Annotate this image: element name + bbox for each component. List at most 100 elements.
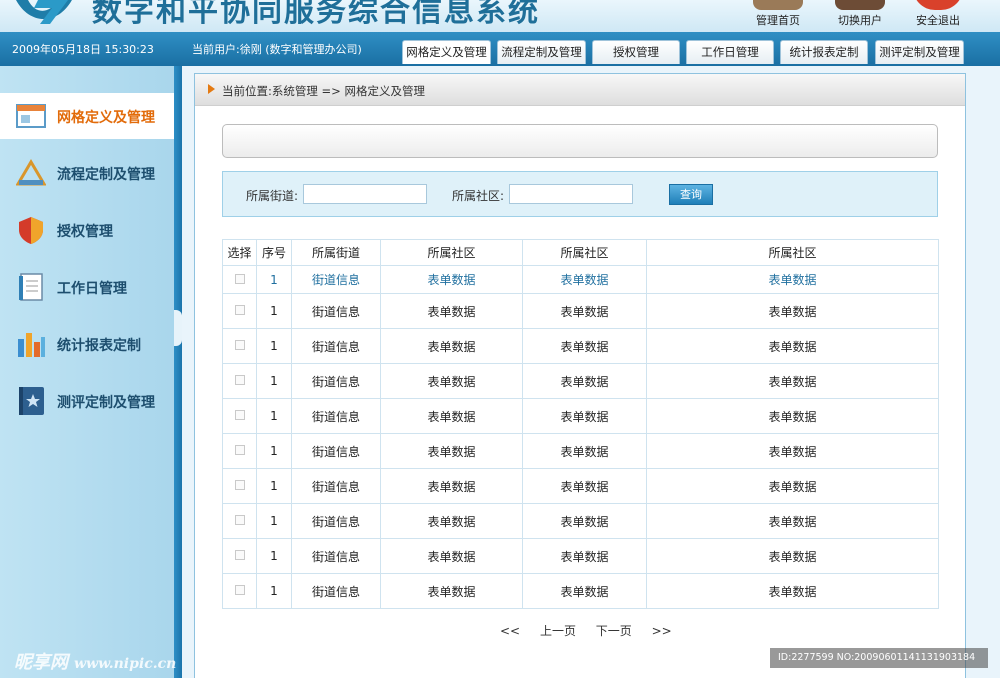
table-cell: 街道信息 (291, 468, 381, 504)
sidebar-item-evaluation[interactable]: 测评定制及管理 (0, 378, 174, 424)
watermark-id: ID:2277599 NO:20090601141131903184 (770, 648, 988, 668)
switch-user-button[interactable]: 切换用户 (828, 0, 892, 30)
sidebar-item-label: 授权管理 (57, 224, 113, 240)
row-checkbox[interactable] (234, 375, 245, 385)
row-checkbox-cell[interactable] (222, 265, 257, 294)
breadcrumb-text: 当前位置:系统管理 => 网格定义及管理 (222, 84, 425, 98)
table-cell: 1 (256, 293, 292, 329)
window-icon (16, 104, 46, 128)
tab-workflow-management[interactable]: 流程定制及管理 (497, 40, 586, 64)
table-cell: 1 (256, 503, 292, 539)
table-row: 1 街道信息 表单数据 表单数据 表单数据 (222, 328, 939, 364)
row-checkbox[interactable] (234, 410, 245, 420)
sidebar-item-workflow[interactable]: 流程定制及管理 (0, 150, 174, 196)
pagination: << 上一页 下一页 >> (500, 622, 688, 639)
column-header: 序号 (256, 239, 292, 266)
table-cell: 表单数据 (380, 538, 523, 574)
column-header[interactable]: 所属社区 (522, 239, 647, 266)
row-checkbox[interactable] (234, 550, 245, 560)
pencil-ruler-icon (16, 159, 46, 186)
search-button[interactable]: 查询 (669, 184, 713, 205)
row-checkbox[interactable] (234, 305, 245, 315)
table-header-row: 选择 序号 所属街道 所属社区 所属社区 所属社区 (222, 239, 939, 266)
search-form: 所属街道: 所属社区: 查询 (222, 171, 938, 217)
tab-grid-management[interactable]: 网格定义及管理 (402, 40, 491, 64)
row-checkbox[interactable] (234, 445, 245, 455)
table-cell: 1 (256, 573, 292, 609)
row-checkbox-cell[interactable] (222, 328, 257, 364)
table-cell: 表单数据 (380, 293, 523, 329)
table-cell: 表单数据 (522, 328, 647, 364)
logout-button[interactable]: 安全退出 (906, 0, 970, 30)
row-checkbox-cell[interactable] (222, 293, 257, 329)
table-cell: 街道信息 (291, 293, 381, 329)
status-bar: 2009年05月18日 15:30:23 当前用户:徐刚 (数字和管理办公司) … (0, 32, 1000, 66)
table-cell: 表单数据 (522, 265, 647, 294)
sidebar: 网格定义及管理 流程定制及管理 授权管理 工作日管理 统计报表定制 测评定制及管… (0, 66, 174, 678)
star-book-icon (19, 387, 44, 415)
table-row: 1 街道信息 表单数据 表单数据 表单数据 (222, 398, 939, 434)
datetime-text: 2009年05月18日 15:30:23 (12, 43, 154, 56)
row-checkbox[interactable] (234, 273, 245, 284)
sidebar-item-grid[interactable]: 网格定义及管理 (0, 93, 174, 139)
table-cell: 街道信息 (291, 433, 381, 469)
sidebar-item-workday[interactable]: 工作日管理 (0, 264, 174, 310)
logo-icon (16, 0, 72, 24)
table-cell: 表单数据 (380, 265, 523, 294)
table-cell: 表单数据 (522, 363, 647, 399)
arrow-right-icon (208, 84, 215, 94)
row-checkbox[interactable] (234, 480, 245, 490)
community-label: 所属社区: (452, 189, 505, 203)
main-panel: 当前位置:系统管理 => 网格定义及管理 所属街道: 所属社区: 查询 选择 序… (194, 73, 966, 678)
home-button[interactable]: 管理首页 (746, 0, 810, 30)
community-input[interactable] (509, 184, 633, 204)
tab-workday[interactable]: 工作日管理 (686, 40, 774, 64)
row-checkbox[interactable] (234, 340, 245, 350)
column-header[interactable]: 所属社区 (380, 239, 523, 266)
app-title: 数字和平协同服务综合信息系统 (92, 0, 540, 29)
row-checkbox-cell[interactable] (222, 398, 257, 434)
tab-statistics-report[interactable]: 统计报表定制 (780, 40, 868, 64)
bar-chart-icon (18, 333, 45, 357)
table-row: 1 街道信息 表单数据 表单数据 表单数据 (222, 538, 939, 574)
sidebar-item-authorization[interactable]: 授权管理 (0, 207, 174, 253)
sidebar-collapse-handle[interactable] (174, 310, 182, 346)
table-row: 1 街道信息 表单数据 表单数据 表单数据 (222, 363, 939, 399)
sidebar-item-label: 流程定制及管理 (57, 167, 155, 183)
tab-evaluation[interactable]: 测评定制及管理 (875, 40, 964, 64)
next-page-link[interactable]: 下一页 (596, 624, 632, 638)
sidebar-item-statistics[interactable]: 统计报表定制 (0, 321, 174, 367)
row-checkbox[interactable] (234, 515, 245, 525)
table-cell: 表单数据 (522, 538, 647, 574)
row-checkbox-cell[interactable] (222, 433, 257, 469)
table-cell: 表单数据 (646, 503, 939, 539)
column-header: 选择 (222, 239, 257, 266)
table-cell: 表单数据 (380, 503, 523, 539)
column-header[interactable]: 所属社区 (646, 239, 939, 266)
street-input[interactable] (303, 184, 427, 204)
table-row: 1 街道信息 表单数据 表单数据 表单数据 (222, 293, 939, 329)
table-cell: 表单数据 (646, 573, 939, 609)
table-cell: 1 (256, 433, 292, 469)
sidebar-item-label: 测评定制及管理 (57, 395, 155, 411)
breadcrumb: 当前位置:系统管理 => 网格定义及管理 (195, 74, 965, 106)
sidebar-item-label: 工作日管理 (57, 281, 127, 297)
shield-icon (19, 217, 43, 244)
table-cell: 表单数据 (522, 573, 647, 609)
row-checkbox-cell[interactable] (222, 503, 257, 539)
row-checkbox[interactable] (234, 585, 245, 595)
row-checkbox-cell[interactable] (222, 363, 257, 399)
watermark-left: 昵享网 www.nipic.cn (14, 648, 176, 674)
row-checkbox-cell[interactable] (222, 538, 257, 574)
table-cell: 表单数据 (522, 503, 647, 539)
prev-arrow-icon[interactable]: << (500, 624, 520, 638)
table-cell: 表单数据 (646, 293, 939, 329)
next-arrow-icon[interactable]: >> (652, 624, 672, 638)
row-checkbox-cell[interactable] (222, 573, 257, 609)
table-cell: 表单数据 (646, 468, 939, 504)
row-checkbox-cell[interactable] (222, 468, 257, 504)
tab-authorization[interactable]: 授权管理 (592, 40, 680, 64)
prev-page-link[interactable]: 上一页 (540, 624, 576, 638)
data-table: 选择 序号 所属街道 所属社区 所属社区 所属社区 1 街道信息 表单数据 表单数据表… (222, 239, 939, 609)
logout-button-label: 安全退出 (916, 14, 960, 27)
